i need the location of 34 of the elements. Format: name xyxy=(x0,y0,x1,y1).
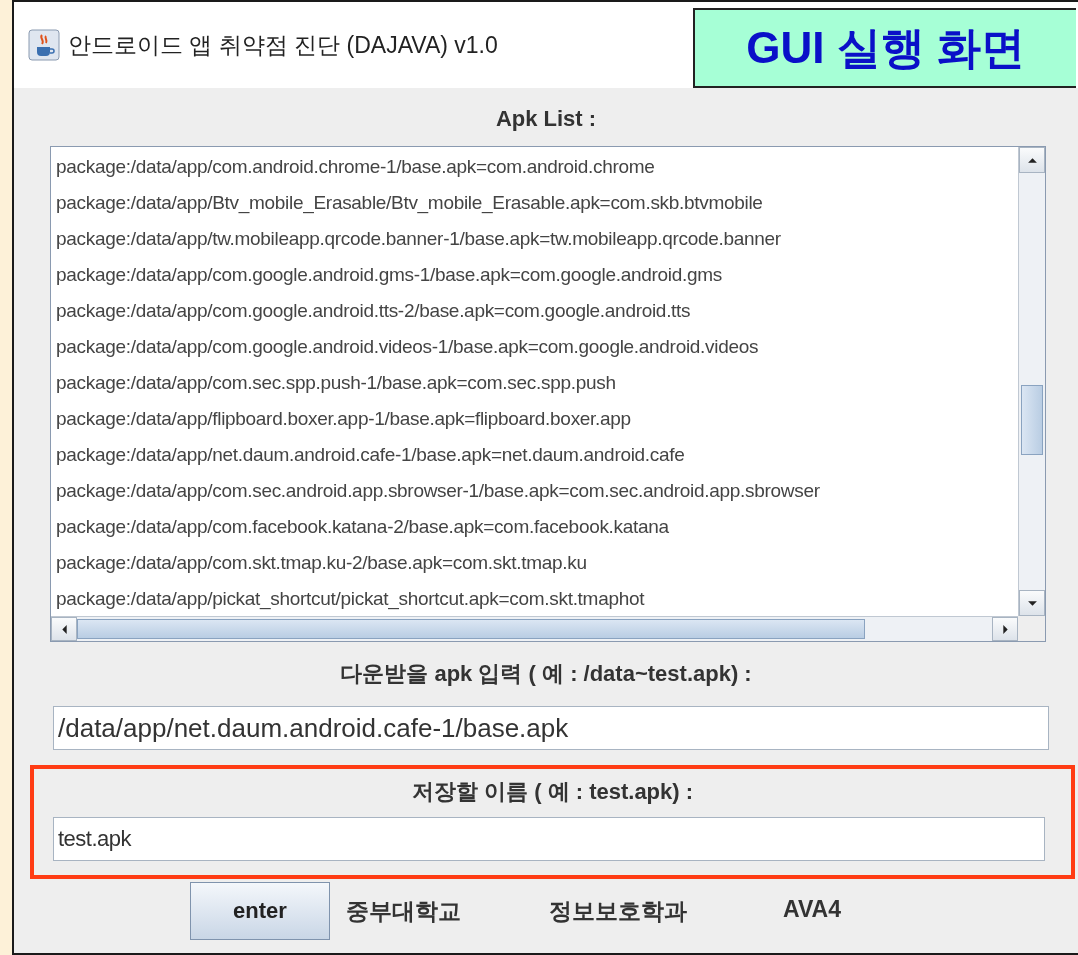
field-label: 다운받을 apk 입력 ( 예 : /data~test.apk) : xyxy=(339,660,753,688)
window-title: 안드로이드 앱 취약점 진단 (DAJAVA) v1.0 xyxy=(68,30,498,60)
scroll-down-icon[interactable] xyxy=(1019,590,1045,616)
footer-text: 정보보호학과 xyxy=(549,896,687,926)
vertical-scrollbar[interactable] xyxy=(1018,147,1045,616)
horizontal-scrollbar[interactable] xyxy=(51,616,1018,641)
list-item[interactable]: package:/data/app/com.skt.tmap.ku-2/base.apk=com.skt.tmap.ku xyxy=(56,545,1018,581)
list-item[interactable]: package:/data/app/com.google.android.gms-1/base.apk=com.google.android.gms xyxy=(56,257,1018,293)
scroll-left-icon[interactable] xyxy=(51,617,77,641)
coffee-cup-icon xyxy=(28,29,60,61)
list-label: Apk List : xyxy=(494,105,598,133)
list-item[interactable]: package:/data/app/Btv_mobile_Erasable/Btv_mobile_Erasable.apk=com.skb.btvmobile xyxy=(56,185,1018,221)
scroll-up-icon[interactable] xyxy=(1019,147,1045,173)
scrollbar-corner xyxy=(1018,616,1045,641)
field-label: 저장할 이름 ( 예 : test.apk) : xyxy=(410,778,695,806)
list-item[interactable]: package:/data/app/com.facebook.katana-2/base.apk=com.facebook.katana xyxy=(56,509,1018,545)
list-item[interactable]: package:/data/app/tw.mobileapp.qrcode.banner-1/base.apk=tw.mobileapp.qrcode.banner xyxy=(56,221,1018,257)
list-item[interactable]: package:/data/app/pickat_shortcut/pickat_shortcut.apk=com.skt.tmaphot xyxy=(56,581,1018,616)
enter-button[interactable]: enter xyxy=(190,882,330,940)
list-item[interactable]: package:/data/app/flipboard.boxer.app-1/base.apk=flipboard.boxer.app xyxy=(56,401,1018,437)
list-item[interactable]: package:/data/app/com.sec.spp.push-1/base.apk=com.sec.spp.push xyxy=(56,365,1018,401)
list-item[interactable]: package:/data/app/com.google.android.tts-2/base.apk=com.google.android.tts xyxy=(56,293,1018,329)
list-item[interactable]: package:/data/app/com.sec.android.app.sbrowser-1/base.apk=com.sec.android.app.sbrowser xyxy=(56,473,1018,509)
list-item[interactable]: package:/data/app/net.daum.android.cafe-1/base.apk=net.daum.android.cafe xyxy=(56,437,1018,473)
scroll-thumb[interactable] xyxy=(1021,385,1043,455)
list-item[interactable]: package:/data/app/com.google.android.videos-1/base.apk=com.google.android.videos xyxy=(56,329,1018,365)
input-field[interactable]: test.apk xyxy=(53,817,1045,861)
annotation-label: GUI 실행 화면 xyxy=(693,8,1076,88)
footer-text: 중부대학교 xyxy=(346,896,461,926)
footer-text: AVA4 xyxy=(783,895,841,924)
list-item[interactable]: package:/data/app/com.android.chrome-1/base.apk=com.android.chrome xyxy=(56,149,1018,185)
scroll-thumb[interactable] xyxy=(77,619,865,639)
scroll-right-icon[interactable] xyxy=(992,617,1018,641)
input-field[interactable]: /data/app/net.daum.android.cafe-1/base.apk xyxy=(53,706,1049,750)
